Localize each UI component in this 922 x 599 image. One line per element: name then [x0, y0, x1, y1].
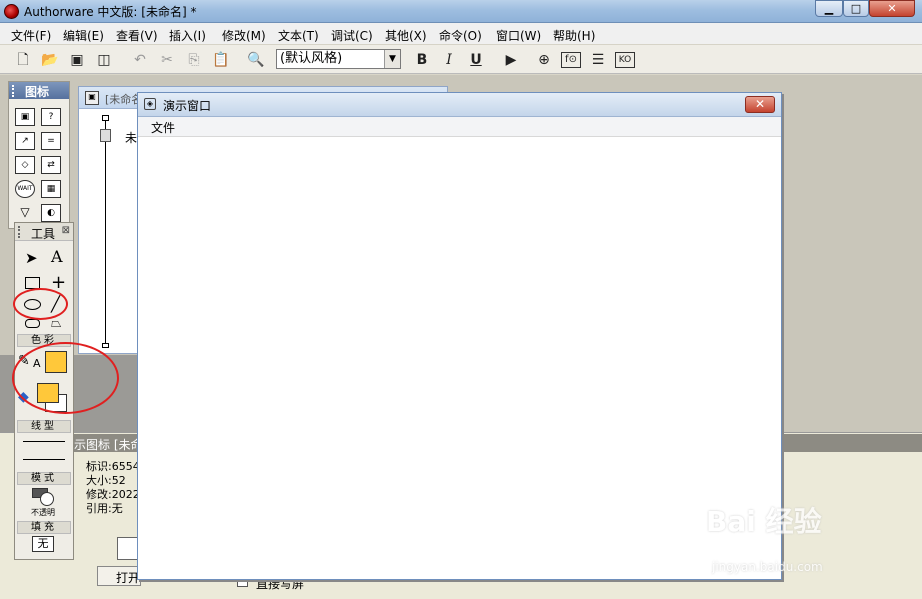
new-file-icon[interactable]: 🗋 — [13, 50, 33, 70]
text-tool[interactable]: A — [51, 247, 63, 266]
presentation-window[interactable]: ◈ 演示窗口 ✕ 文件 — [137, 92, 782, 580]
run-icon[interactable]: ▶ — [501, 50, 521, 70]
control-panel-icon[interactable]: ⊕ — [534, 50, 554, 70]
save-all-icon[interactable]: ▣ — [67, 50, 87, 70]
close-button[interactable]: ✕ — [869, 0, 915, 17]
baidu-watermark-logo: Bai 经验 — [706, 505, 822, 538]
menu-command[interactable]: 命令(O) — [439, 27, 482, 44]
close-icon[interactable]: ⊠ — [62, 225, 70, 236]
calculation-tool-icon[interactable]: = — [41, 132, 61, 150]
menu-debug[interactable]: 调试(C) — [331, 27, 373, 44]
annotation-circle-ellipse — [13, 288, 68, 320]
menu-help[interactable]: 帮助(H) — [553, 27, 595, 44]
display-tool-icon[interactable]: ▣ — [15, 108, 35, 126]
icon-palette-header[interactable]: 图标 — [9, 82, 69, 99]
flow-display-icon[interactable] — [100, 129, 111, 142]
pointer-tool-icon[interactable]: ➤ — [25, 249, 38, 267]
mode-preview-front — [40, 492, 54, 506]
window-title: Authorware 中文版: [未命名] * — [24, 5, 197, 19]
minimize-button[interactable]: ▁ — [815, 0, 843, 17]
flowline-end-marker — [102, 343, 109, 348]
menu-other[interactable]: 其他(X) — [385, 27, 427, 44]
mode-section-label: 模式 — [17, 472, 71, 485]
bold-button[interactable]: B — [412, 50, 432, 70]
open-folder-icon[interactable]: 📂 — [40, 50, 60, 70]
style-select[interactable]: (默认风格) ▼ — [276, 49, 401, 69]
navigate-tool-icon[interactable]: ⇄ — [41, 156, 61, 174]
icon-palette-title: 图标 — [25, 85, 50, 99]
menu-text[interactable]: 文本(T) — [278, 27, 319, 44]
variables-icon[interactable]: ☰ — [588, 50, 608, 70]
fill-section-label: 填充 — [17, 521, 71, 534]
wait-tool-icon[interactable]: WAIT — [15, 180, 35, 198]
fill-value[interactable]: 无 — [32, 536, 54, 552]
menu-file[interactable]: 文件(F) — [11, 27, 51, 44]
copy-icon[interactable]: ⎘ — [184, 50, 204, 70]
knowledge-objects-icon[interactable]: KO — [615, 52, 635, 68]
open-button[interactable]: 打开 — [97, 566, 141, 586]
interaction-tool-icon[interactable]: ? — [41, 108, 61, 126]
framework-tool-icon[interactable]: ▦ — [41, 180, 61, 198]
line-section-label: 线型 — [17, 420, 71, 433]
decision-tool-icon[interactable]: ▽ — [15, 204, 35, 222]
functions-icon[interactable]: f⊙ — [561, 52, 581, 68]
movie-tool-icon[interactable]: ◐ — [41, 204, 61, 222]
icon-palette: 图标 ▣ ? ↗ = ◇ ⇄ WAIT ▦ ▽ ◐ — [8, 81, 70, 229]
annotation-circle-color — [12, 342, 119, 414]
title-bar: Authorware 中文版: [未命名] * ▁ □ ✕ — [0, 0, 922, 23]
prop-ref: 引用:无 — [86, 502, 123, 515]
motion-tool-icon[interactable]: ↗ — [15, 132, 35, 150]
menu-insert[interactable]: 插入(I) — [169, 27, 206, 44]
paste-icon[interactable]: 📋 — [211, 50, 231, 70]
presentation-menu-file[interactable]: 文件 — [151, 119, 175, 136]
flowline — [105, 121, 106, 343]
menu-view[interactable]: 查看(V) — [116, 27, 158, 44]
underline-button[interactable]: U — [466, 50, 486, 70]
mode-value[interactable]: 不透明 — [31, 507, 55, 518]
maximize-button[interactable]: □ — [843, 0, 869, 17]
import-icon[interactable]: ◫ — [94, 50, 114, 70]
presentation-menu-bar: 文件 — [138, 117, 781, 137]
rounded-rectangle-tool-icon[interactable] — [25, 319, 40, 328]
undo-icon[interactable]: ↶ — [130, 50, 150, 70]
tool-palette-title: 工具 — [31, 227, 56, 241]
cut-icon[interactable]: ✂ — [157, 50, 177, 70]
presentation-window-icon: ◈ — [144, 98, 156, 110]
presentation-close-button[interactable]: ✕ — [745, 96, 775, 113]
erase-tool-icon[interactable]: ◇ — [15, 156, 35, 174]
style-select-value: (默认风格) — [280, 51, 343, 66]
line-style-thin[interactable] — [23, 441, 65, 442]
toolbar: 🗋 📂 ▣ ◫ ↶ ✂ ⎘ 📋 🔍 B I U ▶ ⊕ f⊙ ☰ KO — [0, 45, 922, 74]
line-style-medium[interactable] — [23, 459, 65, 460]
presentation-window-title: 演示窗口 — [163, 99, 212, 113]
menu-bar: 文件(F) 编辑(E) 查看(V) 插入(I) 修改(M) 文本(T) 调试(C… — [0, 23, 922, 45]
presentation-window-caption: ◈ 演示窗口 ✕ — [138, 93, 781, 117]
menu-edit[interactable]: 编辑(E) — [63, 27, 104, 44]
find-icon[interactable]: 🔍 — [246, 50, 266, 70]
baidu-watermark-url: jingyan.baidu.com — [712, 560, 823, 574]
app-icon — [4, 4, 19, 19]
menu-window[interactable]: 窗口(W) — [496, 27, 541, 44]
italic-button[interactable]: I — [439, 50, 459, 70]
display-icon: ▣ — [85, 91, 99, 105]
chevron-down-icon[interactable]: ▼ — [384, 50, 400, 68]
tool-palette-header[interactable]: 工具 ⊠ — [15, 223, 73, 241]
flow-item-label: 未 — [125, 131, 138, 145]
prop-preview-icon — [117, 537, 138, 560]
menu-modify[interactable]: 修改(M) — [222, 27, 266, 44]
